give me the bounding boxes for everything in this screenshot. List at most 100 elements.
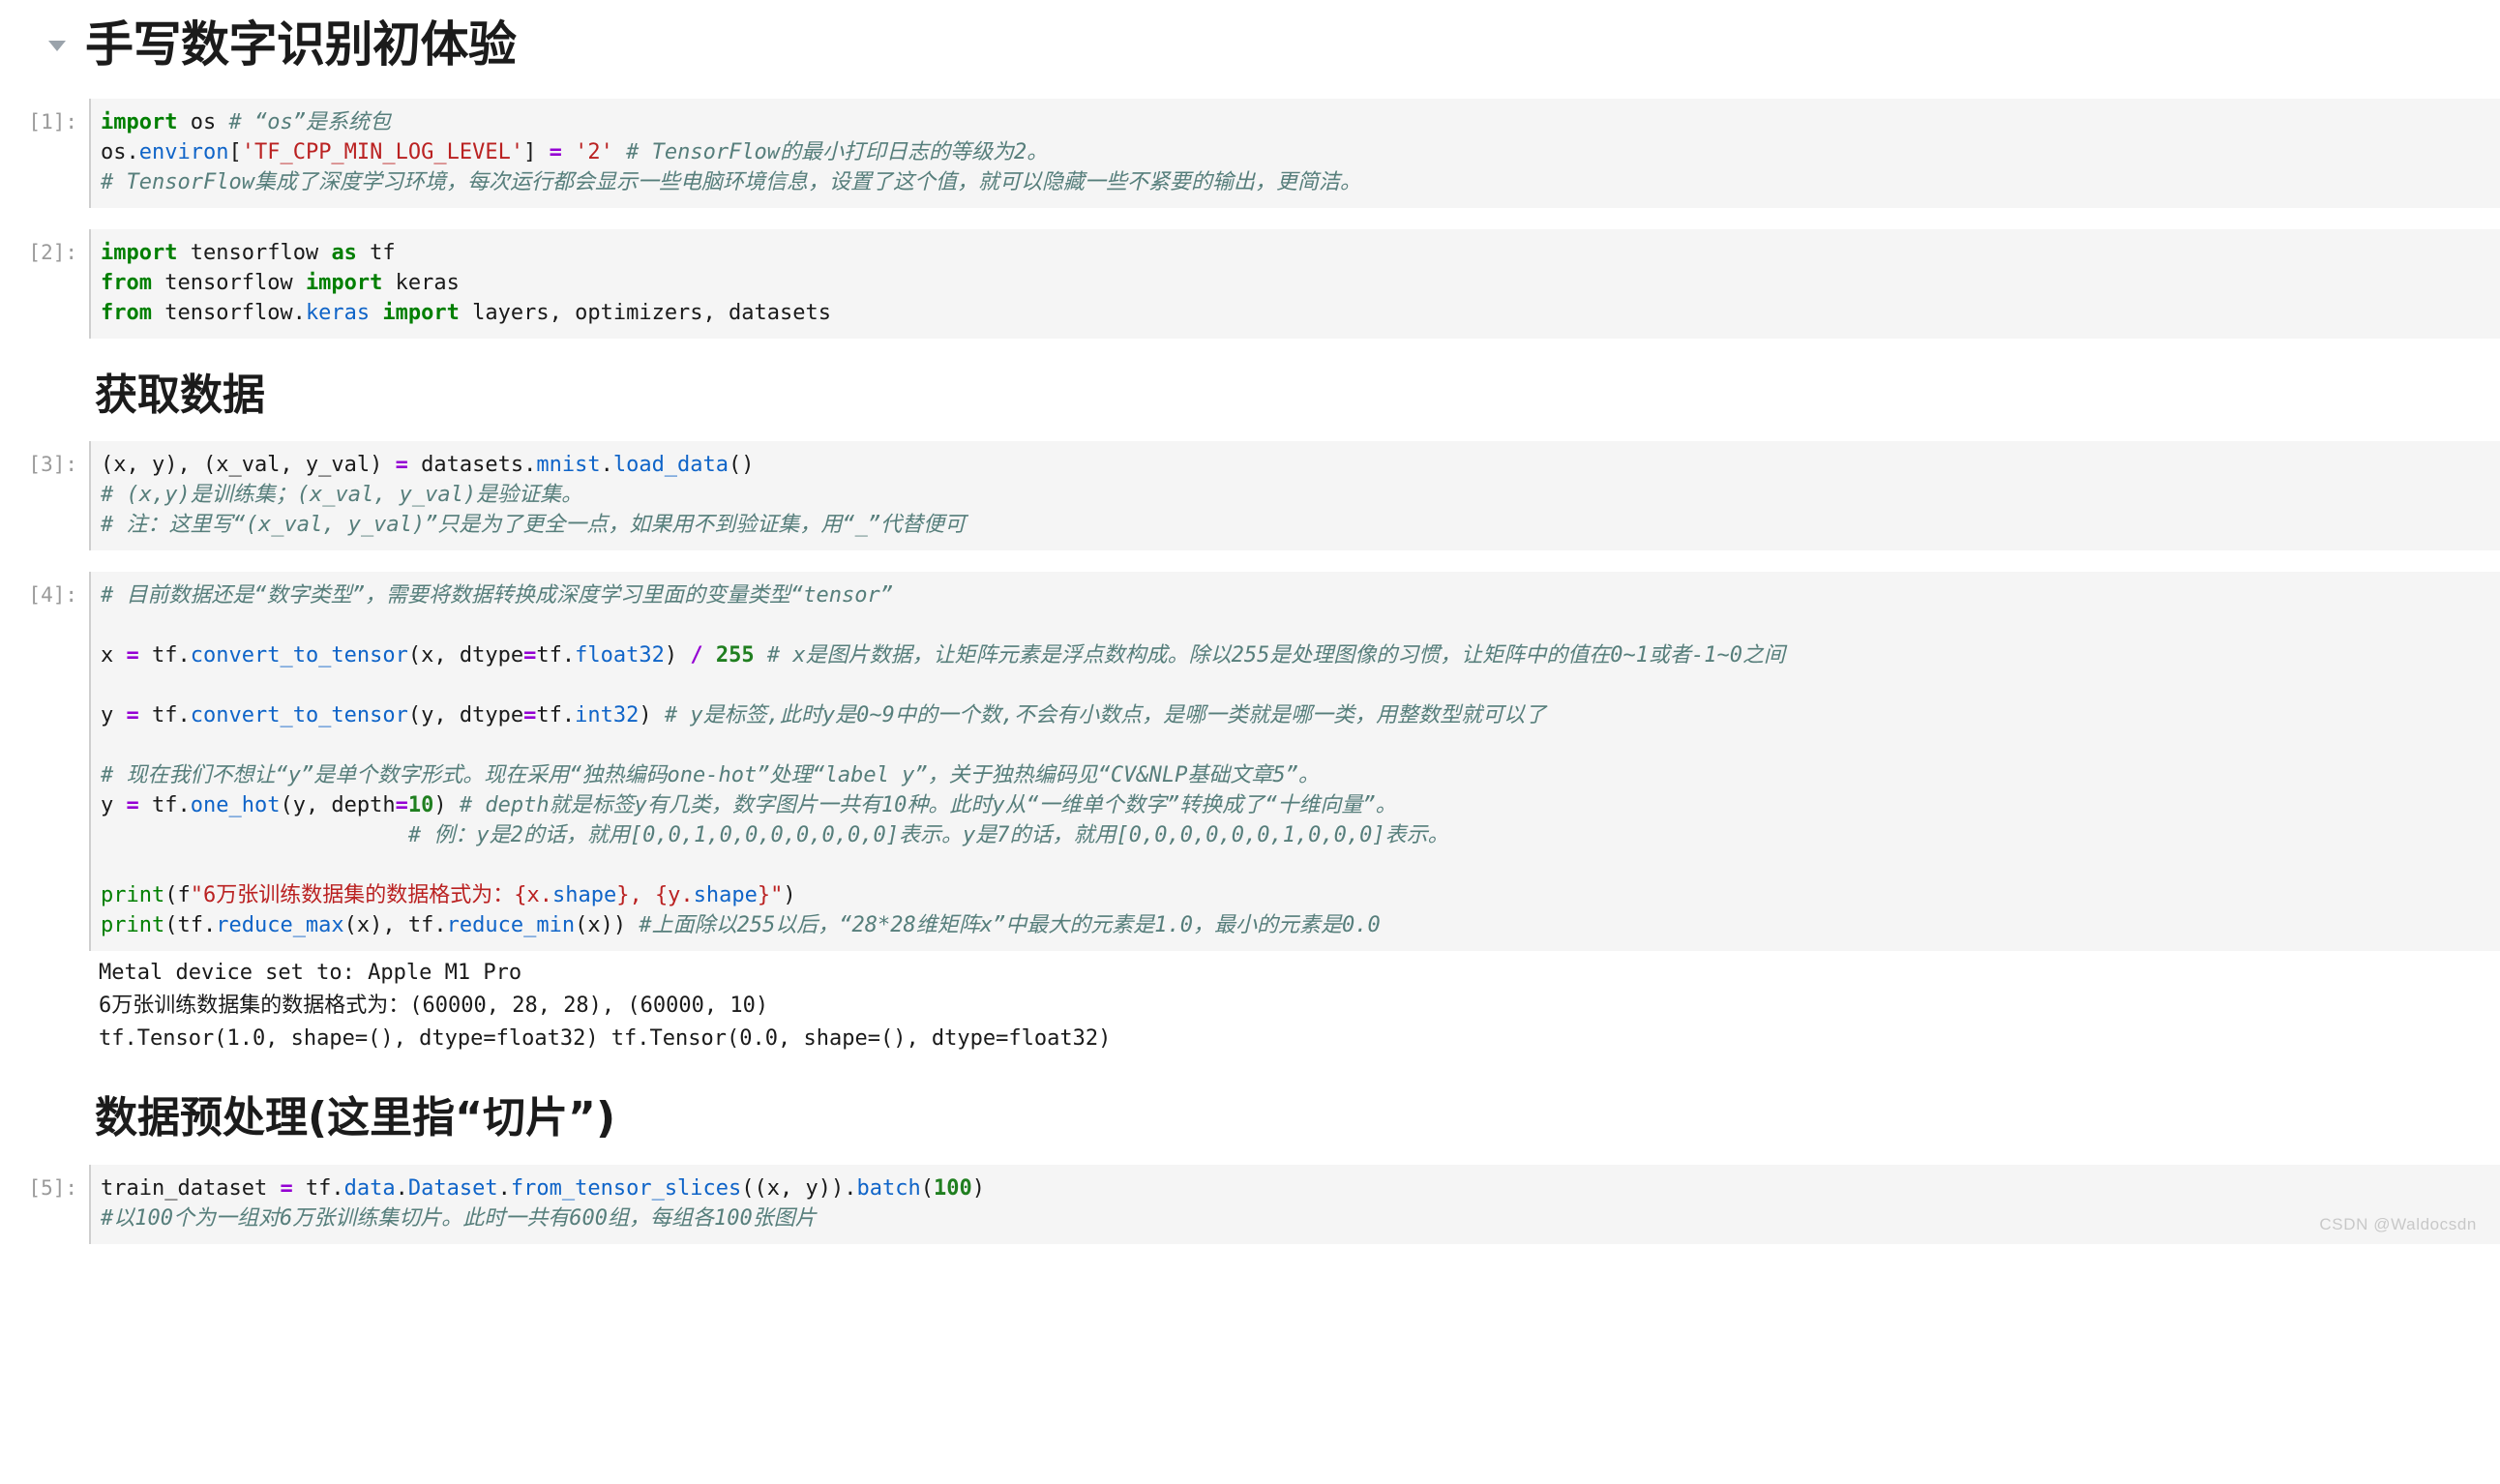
output-line: tf.Tensor(1.0, shape=(), dtype=float32) … <box>99 1026 1112 1052</box>
code-token: tf. <box>138 643 191 668</box>
code-token: tf. <box>138 793 191 818</box>
code-token: = <box>126 793 139 818</box>
code-token: (x, y), (x_val, y_val) <box>101 453 396 478</box>
cell-prompt-2: [2]: <box>28 240 77 264</box>
code-token: = <box>126 703 139 728</box>
code-token: Dataset <box>407 1175 498 1201</box>
code-token: int32 <box>575 703 640 728</box>
code-token: convert_to_tensor <box>190 643 408 668</box>
code-token: os. <box>101 139 139 164</box>
code-token: (tf. <box>164 913 217 938</box>
csdn-watermark: CSDN @Waldocsdn <box>2319 1214 2477 1233</box>
code-token: import <box>101 240 178 265</box>
code-token: tf. <box>292 1175 344 1201</box>
code-cell-5[interactable]: [5]: train_dataset = tf.data.Dataset.fro… <box>0 1164 2500 1244</box>
code-token: y <box>101 793 127 818</box>
code-token: batch <box>856 1175 921 1201</box>
code-token: shape <box>693 883 758 908</box>
code-token: import <box>370 300 460 325</box>
cell-input-5[interactable]: train_dataset = tf.data.Dataset.from_ten… <box>89 1164 2500 1244</box>
code-token: ) <box>971 1175 985 1201</box>
code-token: x <box>101 643 127 668</box>
code-token: = <box>523 703 537 728</box>
output-line: 6万张训练数据集的数据格式为：(60000, 28, 28), (60000, … <box>99 994 769 1019</box>
code-token: = <box>549 139 562 164</box>
code-token: # y是标签,此时y是0~9中的一个数,不会有小数点，是哪一类就是哪一类，用整数… <box>664 703 1547 728</box>
code-token: environ <box>138 139 229 164</box>
code-token: reduce_max <box>216 913 344 938</box>
code-token: os <box>177 109 229 134</box>
code-token: 100 <box>934 1175 972 1201</box>
code-token: (x, dtype <box>407 643 524 668</box>
code-token: as <box>331 240 357 265</box>
code-cell-2[interactable]: [2]: import tensorflow as tf from tensor… <box>0 228 2500 339</box>
code-token: layers, optimizers, datasets <box>459 300 831 325</box>
cell-input-1[interactable]: import os # “os”是系统包 os.environ['TF_CPP_… <box>89 98 2500 208</box>
cell-input-3[interactable]: (x, y), (x_val, y_val) = datasets.mnist.… <box>89 441 2500 551</box>
code-token: #上面除以255以后，“28*28维矩阵x”中最大的元素是1.0，最小的元素是0… <box>639 913 1381 938</box>
code-token: data <box>343 1175 396 1201</box>
code-token: ) <box>433 793 460 818</box>
cell-prompt-3: [3]: <box>28 453 77 477</box>
code-cell-4[interactable]: [4]: # 目前数据还是“数字类型”，需要将数据转换成深度学习里面的变量类型“… <box>0 572 2500 952</box>
code-token: from <box>101 300 152 325</box>
code-token: . <box>600 453 613 478</box>
code-content-2: import tensorflow as tf from tensorflow … <box>101 238 2500 328</box>
cell-input-4[interactable]: # 目前数据还是“数字类型”，需要将数据转换成深度学习里面的变量类型“tenso… <box>89 572 2500 952</box>
output-gutter <box>0 951 89 1061</box>
code-token: (f <box>164 883 191 908</box>
output-line: Metal device set to: Apple M1 Pro <box>99 961 522 986</box>
code-token: datasets. <box>407 453 537 478</box>
code-token: (x), tf. <box>343 913 447 938</box>
section-heading-get-data: 获取数据 <box>95 370 265 420</box>
code-token: (x)) <box>575 913 640 938</box>
code-token: load_data <box>612 453 729 478</box>
code-token: print <box>101 883 165 908</box>
code-token: [ <box>228 139 242 164</box>
code-token: "6万张训练数据集的数据格式为：{x. <box>190 883 552 908</box>
code-cell-3[interactable]: [3]: (x, y), (x_val, y_val) = datasets.m… <box>0 441 2500 551</box>
code-token: from_tensor_slices <box>510 1175 742 1201</box>
output-stream-4: Metal device set to: Apple M1 Pro 6万张训练数… <box>89 951 2500 1062</box>
code-token: # x是图片数据，让矩阵元素是浮点数构成。除以255是处理图像的习惯，让矩阵中的… <box>754 643 1786 668</box>
code-token: ((x, y)). <box>741 1175 857 1201</box>
code-token: tf. <box>536 643 576 668</box>
code-token: tensorflow. <box>151 300 306 325</box>
cell-output-4: Metal device set to: Apple M1 Pro 6万张训练数… <box>0 951 2500 1062</box>
code-cell-1[interactable]: [1]: import os # “os”是系统包 os.environ['TF… <box>0 98 2500 208</box>
code-token: from <box>101 270 152 295</box>
code-token: ) <box>664 643 691 668</box>
code-token: # depth就是标签y有几类，数字图片一共有10种。此时y从“一维单个数字”转… <box>459 793 1397 818</box>
section-heading-preprocess: 数据预处理(这里指“切片”) <box>95 1093 616 1143</box>
code-token: = <box>126 643 139 668</box>
code-token: ( <box>920 1175 934 1201</box>
code-token: import <box>305 270 383 295</box>
code-token: # 例：y是2的话，就用[0,0,1,0,0,0,0,0,0,0]表示。y是7的… <box>101 823 1449 848</box>
cell-prompt-1: [1]: <box>28 109 77 134</box>
code-token: (y, depth <box>280 793 396 818</box>
code-token: # 注：这里写“(x_val, y_val)”只是为了更全一点，如果用不到验证集… <box>101 513 967 538</box>
code-token: () <box>729 453 755 478</box>
code-content-5: train_dataset = tf.data.Dataset.from_ten… <box>101 1173 2500 1233</box>
notebook-container: 手写数字识别初体验 [1]: import os # “os”是系统包 os.e… <box>0 0 2500 1244</box>
code-token: tensorflow <box>151 270 306 295</box>
code-token: 10 <box>407 793 434 818</box>
cell-input-2[interactable]: import tensorflow as tf from tensorflow … <box>89 228 2500 339</box>
code-token: # (x,y)是训练集；(x_val, y_val)是验证集。 <box>101 483 583 508</box>
code-token: # “os”是系统包 <box>228 109 391 134</box>
code-token: tf. <box>138 703 191 728</box>
code-token: ) <box>783 883 796 908</box>
chevron-down-icon[interactable] <box>46 33 72 58</box>
code-token: = <box>523 643 537 668</box>
code-token: tensorflow <box>177 240 332 265</box>
code-token: # TensorFlow集成了深度学习环境，每次运行都会显示一些电脑环境信息，设… <box>101 169 1361 194</box>
code-token: #以100个为一组对6万张训练集切片。此时一共有600组，每组各100张图片 <box>101 1205 817 1231</box>
code-token: }" <box>757 883 784 908</box>
code-token: mnist <box>536 453 601 478</box>
code-token: }, {y. <box>616 883 694 908</box>
code-token: one_hot <box>190 793 281 818</box>
